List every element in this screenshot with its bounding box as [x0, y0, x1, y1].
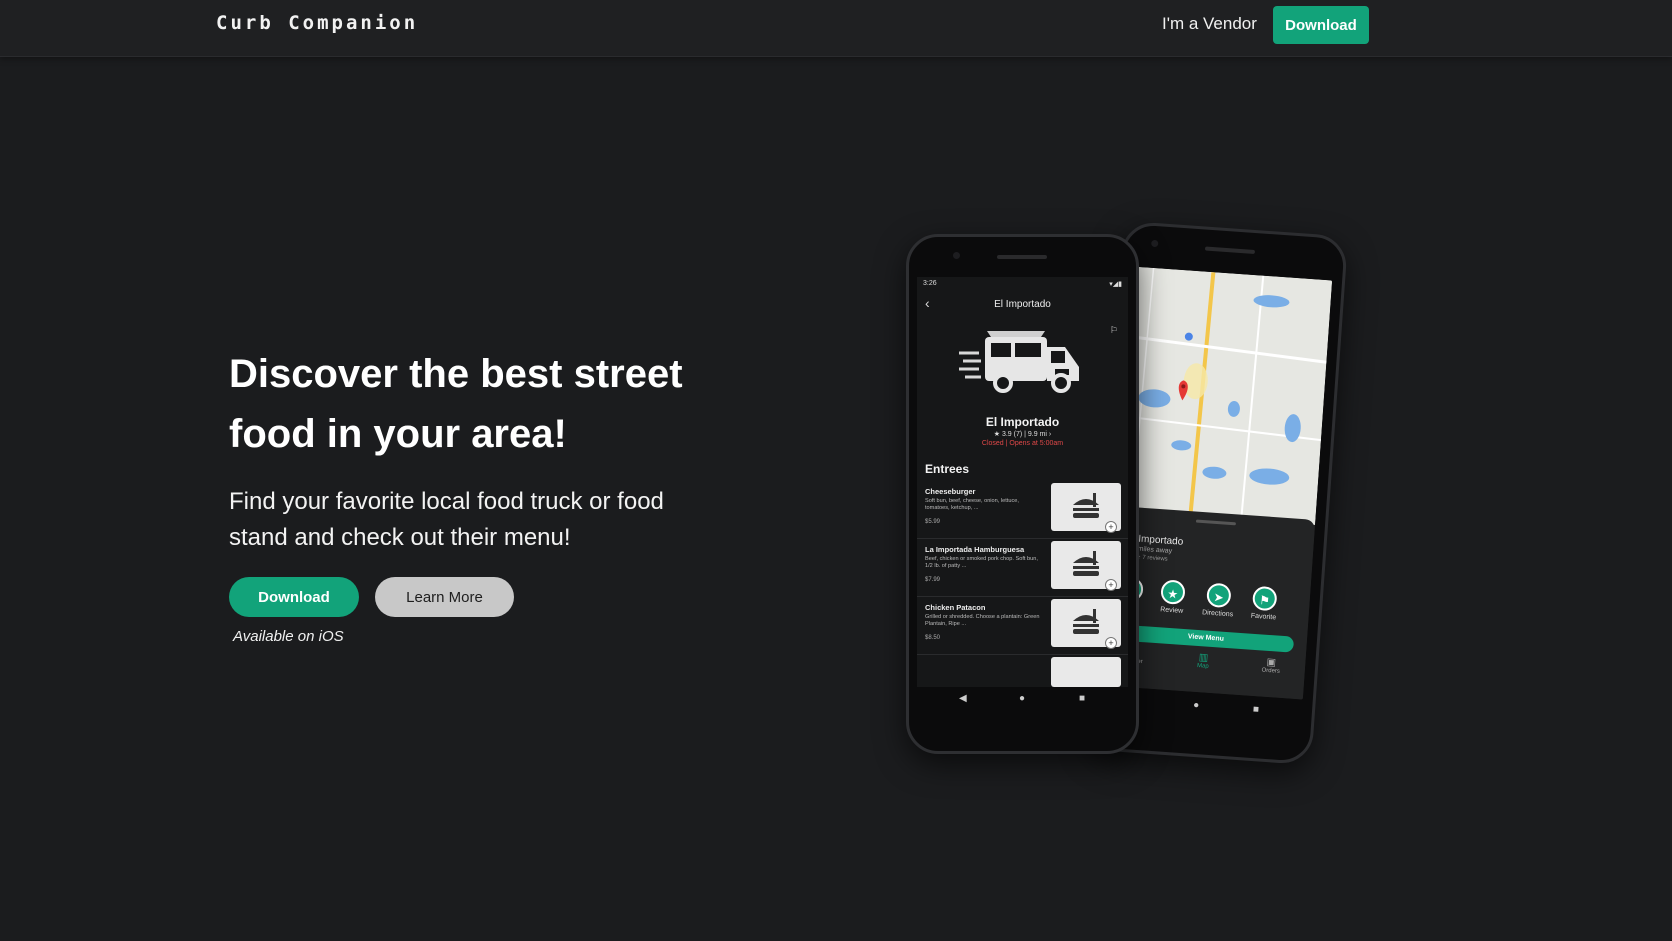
bookmark-icon[interactable]: ⚐: [1110, 325, 1118, 336]
vendor-link[interactable]: I'm a Vendor: [1162, 14, 1257, 34]
add-item-icon[interactable]: +: [1105, 579, 1117, 591]
vendor-rating: ★ 3.9 (7) | 9.9 mi ›: [993, 431, 1052, 438]
map-graphic: [1116, 266, 1333, 525]
star-icon: ★: [1160, 579, 1186, 605]
recents-nav-icon[interactable]: ■: [1253, 704, 1260, 715]
speaker-grille: [997, 255, 1047, 259]
directions-action[interactable]: ➤ Directions: [1197, 582, 1239, 619]
back-nav-icon[interactable]: ◀: [959, 693, 967, 704]
phone-mockup-vendor: 3:26 ▾◢▮ ‹ El Importado ⚐ El Importado ★…: [906, 234, 1139, 754]
vendor-screen: 3:26 ▾◢▮ ‹ El Importado ⚐ El Importado ★…: [917, 277, 1128, 687]
tab-orders[interactable]: ▣ Orders: [1246, 655, 1297, 675]
status-icons: ▾◢▮: [1109, 281, 1122, 288]
home-nav-icon[interactable]: ●: [1019, 693, 1025, 704]
speaker-grille: [1204, 246, 1256, 255]
brand-logo[interactable]: Curb Companion: [216, 12, 418, 34]
menu-item-image-partial: [1051, 657, 1121, 687]
menu-item[interactable]: Cheeseburger Soft bun, beef, cheese, oni…: [917, 481, 1128, 539]
camera-dot: [953, 252, 960, 259]
availability-note: Available on iOS: [233, 628, 344, 645]
recents-nav-icon[interactable]: ■: [1079, 693, 1085, 704]
navbar: Curb Companion I'm a Vendor Download: [0, 0, 1672, 57]
home-nav-icon[interactable]: ●: [1193, 700, 1200, 711]
food-truck-icon: [959, 331, 1079, 393]
camera-dot: [1151, 239, 1159, 248]
screen-title: El Importado: [994, 299, 1051, 310]
hero-title: Discover the best street food in your ar…: [229, 352, 683, 456]
favorite-action[interactable]: ⚑ Favorite: [1243, 585, 1285, 622]
learn-more-button[interactable]: Learn More: [375, 577, 514, 617]
map-view: [1116, 266, 1333, 525]
menu-item[interactable]: La Importada Hamburguesa Beef, chicken o…: [917, 539, 1128, 597]
status-time: 3:26: [923, 280, 937, 287]
vendor-name: El Importado: [985, 415, 1060, 429]
add-item-icon[interactable]: +: [1105, 521, 1117, 533]
sheet-handle[interactable]: [1195, 519, 1236, 526]
review-action[interactable]: ★ Review: [1151, 579, 1193, 616]
nav-download-button[interactable]: Download: [1273, 6, 1369, 44]
hero-subtitle: Find your favorite local food truck or f…: [229, 488, 664, 551]
vendor-hours: Closed | Opens at 5:00am: [981, 440, 1064, 447]
bookmark-icon: ⚑: [1251, 585, 1278, 612]
menu-section-title: Entrees: [925, 462, 970, 476]
android-nav-bar: ◀ ● ■: [909, 693, 1136, 715]
directions-icon: ➤: [1206, 582, 1232, 609]
hero-download-button[interactable]: Download: [229, 577, 359, 617]
tab-map[interactable]: ▥ Map: [1178, 651, 1229, 671]
add-item-icon[interactable]: +: [1105, 637, 1117, 649]
menu-item[interactable]: Chicken Patacon Grilled or shredded. Cho…: [917, 597, 1128, 655]
